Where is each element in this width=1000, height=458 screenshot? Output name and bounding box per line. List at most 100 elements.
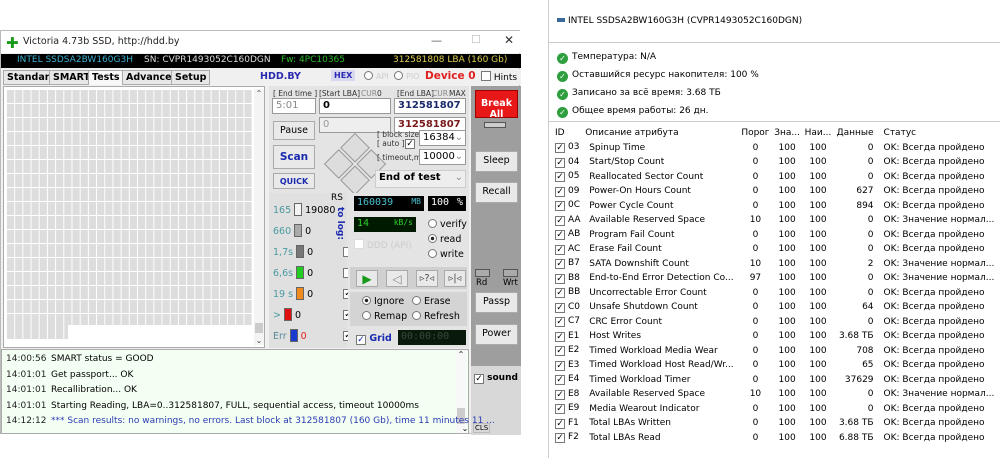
table-row[interactable]: ✓ E4 Timed Workload Timer 0 100 100 37629 OK: В… [553, 373, 999, 388]
table-row[interactable]: ✓ 09 Power-On Hours Count 0 100 100 627 OK: Все… [553, 184, 999, 199]
table-row[interactable]: ✓ E8 Available Reserved Space 10 100 100 0 OK: … [553, 387, 999, 402]
column-header[interactable]: Данные [834, 126, 876, 141]
row-checkbox[interactable]: ✓ [555, 360, 565, 371]
table-row[interactable]: ✓ AB Program Fail Count 0 100 100 0 OK: Всегда … [553, 228, 999, 243]
row-checkbox[interactable]: ✓ [555, 230, 565, 241]
row-checkbox[interactable]: ✓ [555, 404, 565, 415]
table-row[interactable]: ✓ BB Uncorrectable Error Count 0 100 100 0 OK: … [553, 286, 999, 301]
passp-button[interactable]: Passp [475, 292, 518, 313]
break-all-button[interactable]: Break All [475, 90, 518, 120]
table-row[interactable]: ✓ 04 Start/Stop Count 0 100 100 0 OK: Всегда пр… [553, 155, 999, 170]
row-checkbox[interactable]: ✓ [555, 157, 565, 168]
ddd-checkbox[interactable]: DDD (API) [354, 239, 412, 251]
table-row[interactable]: ✓ B7 SATA Downshift Count 10 100 100 2 OK: Знач… [553, 257, 999, 272]
maximize-button[interactable]: ☐ [471, 33, 481, 46]
row-checkbox[interactable]: ✓ [555, 215, 565, 226]
power-button[interactable]: Power [475, 324, 518, 345]
table-row[interactable]: ✓ E9 Media Wearout Indicator 0 100 100 0 OK: Вс… [553, 402, 999, 417]
row-checkbox[interactable]: ✓ [555, 302, 565, 313]
write-radio[interactable]: write [428, 249, 464, 260]
end-time-input[interactable]: 5:01 [272, 98, 316, 114]
sleep-button[interactable]: Sleep [475, 151, 518, 172]
quick-button[interactable]: QUICK [273, 173, 315, 189]
remap-radio[interactable]: Remap [362, 311, 407, 322]
erase-radio[interactable]: Erase [412, 296, 451, 307]
row-checkbox[interactable]: ✓ [555, 273, 565, 284]
timeout-select[interactable]: 10000 ⌄ [419, 149, 466, 165]
row-checkbox[interactable]: ✓ [555, 317, 565, 328]
recall-button[interactable]: Recall [475, 182, 518, 203]
end-action-select[interactable]: End of test ⌄ [375, 170, 466, 188]
grid-checkbox[interactable]: ✓ Grid [356, 333, 392, 345]
table-row[interactable]: ✓ AA Available Reserved Space 10 100 100 0 OK: … [553, 213, 999, 228]
max-button[interactable]: MAX [449, 89, 466, 98]
api-radio[interactable]: API [364, 71, 389, 81]
row-checkbox[interactable]: ✓ [555, 389, 565, 400]
cell-value: 0 [752, 142, 759, 153]
read-radio[interactable]: read [428, 234, 461, 245]
table-cell: Power-On Hours Count [583, 184, 739, 199]
row-checkbox[interactable]: ✓ [555, 288, 565, 299]
column-header[interactable]: Наи... [802, 126, 833, 141]
row-checkbox[interactable]: ✓ [555, 201, 565, 212]
row-checkbox[interactable]: ✓ [555, 259, 565, 270]
verify-radio[interactable]: verify [428, 219, 467, 230]
pause-button[interactable]: Pause [273, 121, 315, 140]
table-row[interactable]: ✓ C7 CRC Error Count 0 100 100 0 OK: Всегда про… [553, 315, 999, 330]
table-row[interactable]: ✓ E1 Host Writes 0 100 100 3.68 ТБ OK: Всегда п… [553, 329, 999, 344]
hints-checkbox[interactable]: Hints [481, 71, 517, 83]
play-backward-icon[interactable]: ◁ [386, 270, 408, 287]
row-checkbox[interactable]: ✓ [555, 331, 565, 342]
refresh-radio[interactable]: Refresh [412, 311, 460, 322]
row-checkbox[interactable]: ✓ [555, 244, 565, 255]
table-row[interactable]: ✓ C0 Unsafe Shutdown Count 0 100 100 64 OK: Все… [553, 300, 999, 315]
table-cell: ✓ AB [553, 228, 583, 243]
sound-checkbox[interactable]: ✓ sound [474, 373, 518, 384]
block-size-select[interactable]: 16384 ⌄ [419, 130, 466, 146]
row-checkbox[interactable]: ✓ [555, 418, 565, 429]
column-header[interactable]: Зна... [772, 126, 802, 141]
table-row[interactable]: ✓ 0C Power Cycle Count 0 100 100 894 OK: Всегда… [553, 199, 999, 214]
row-checkbox[interactable]: ✓ [555, 186, 565, 197]
log-entry: 14:00:56 SMART status = GOOD [6, 354, 154, 364]
butterfly-icon[interactable]: ▹|◃ [444, 270, 466, 287]
column-header[interactable]: Статус [876, 126, 999, 141]
table-row[interactable]: ✓ AC Erase Fail Count 0 100 100 0 OK: Всегда пр… [553, 242, 999, 257]
table-row[interactable]: ✓ F2 Total LBAs Read 0 100 100 6.88 ТБ OK: Всег… [553, 431, 999, 446]
hddby-link[interactable]: HDD.BY [260, 71, 301, 82]
row-checkbox[interactable]: ✓ [555, 433, 565, 444]
minimize-button[interactable]: — [431, 34, 442, 47]
tab-setup[interactable]: Setup [171, 70, 211, 85]
row-checkbox[interactable]: ✓ [555, 346, 565, 357]
cur-button[interactable]: CUR [361, 89, 377, 98]
close-button[interactable]: ✕ [504, 33, 514, 47]
hex-button[interactable]: HEX [331, 70, 356, 81]
table-row[interactable]: ✓ E2 Timed Workload Media Wear 0 100 100 708 OK… [553, 344, 999, 359]
table-row[interactable]: ✓ 03 Spinup Time 0 100 100 0 OK: Всегда пройден… [553, 141, 999, 156]
tab-tests[interactable]: Tests [88, 70, 124, 85]
table-row[interactable]: ✓ 05 Reallocated Sector Count 0 100 100 0 OK: В… [553, 170, 999, 185]
start-lba-input[interactable]: 0 [319, 98, 391, 114]
row-checkbox[interactable]: ✓ [555, 375, 565, 386]
cell-value: OK: Всегда пройдено [883, 374, 985, 385]
grid-scrollbar[interactable]: ⌃ ⌄ [254, 89, 264, 345]
table-row[interactable]: ✓ F1 Total LBAs Written 0 100 100 3.68 ТБ OK: В… [553, 416, 999, 431]
row-checkbox[interactable]: ✓ [555, 172, 565, 183]
end-cur-button[interactable]: CUR [432, 89, 448, 98]
ignore-radio[interactable]: Ignore [362, 296, 404, 307]
column-header[interactable]: Порог [739, 126, 772, 141]
random-seek-icon[interactable]: ▹?◃ [416, 270, 438, 287]
table-cell: 6.88 ТБ [834, 431, 876, 446]
table-row[interactable]: ✓ E3 Timed Workload Host Read/Wr... 0 100 100… [553, 358, 999, 373]
auto-checkbox[interactable]: ✓ [405, 139, 415, 149]
table-cell: 37629 [834, 373, 876, 388]
column-header[interactable]: Описание атрибута [583, 126, 739, 141]
scan-button[interactable]: Scan [273, 145, 315, 169]
table-row[interactable]: ✓ B8 End-to-End Error Detection Co... 97 100… [553, 271, 999, 286]
row-checkbox[interactable]: ✓ [555, 143, 565, 154]
column-header[interactable]: ID [553, 126, 583, 141]
cell-value: F2 [568, 432, 579, 443]
pio-radio[interactable]: PIO [394, 71, 419, 81]
end-lba-input[interactable]: 312581807 [394, 98, 466, 114]
play-forward-icon[interactable]: ▶ [356, 270, 378, 287]
